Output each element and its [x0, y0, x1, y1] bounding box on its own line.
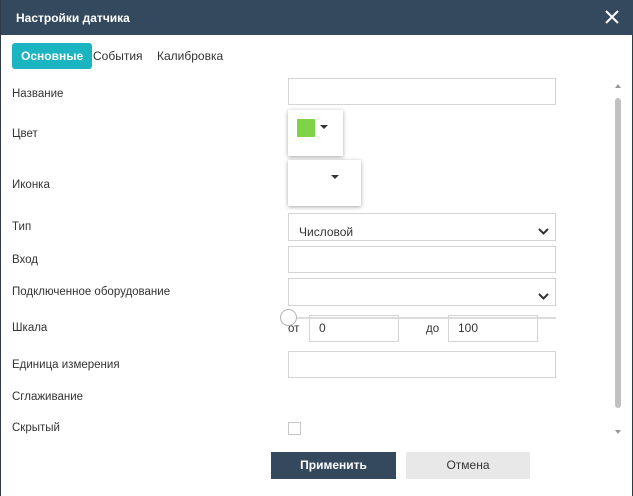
smoothing-slider-track[interactable]	[288, 317, 556, 319]
name-label: Название	[12, 88, 64, 100]
name-input[interactable]	[288, 78, 556, 105]
unit-label: Единица измерения	[12, 359, 120, 371]
tab-main[interactable]: Основные	[12, 43, 93, 69]
sensor-settings-dialog: Настройки датчика Основные События Калиб…	[0, 0, 633, 496]
smoothing-label: Сглаживание	[12, 391, 84, 403]
scale-from-input[interactable]: 0	[309, 315, 399, 342]
unit-input[interactable]	[288, 351, 556, 378]
dialog-titlebar: Настройки датчика	[1, 0, 633, 35]
scale-to-label: до	[426, 323, 440, 335]
color-swatch	[297, 119, 315, 137]
chevron-down-icon	[320, 125, 328, 129]
hidden-checkbox[interactable]	[288, 422, 301, 435]
apply-button[interactable]: Применить	[271, 452, 396, 479]
scroll-up-icon[interactable]	[615, 84, 621, 88]
type-label: Тип	[12, 221, 32, 233]
smoothing-slider-thumb[interactable]	[280, 309, 297, 326]
scale-label: Шкала	[12, 322, 48, 334]
tab-events[interactable]: События	[93, 43, 143, 69]
cancel-button[interactable]: Отмена	[406, 452, 530, 479]
close-icon[interactable]	[604, 8, 620, 26]
input-label: Вход	[12, 254, 39, 266]
form-content: Название Цвет Иконка Тип Числовой Вход П…	[1, 78, 623, 436]
dialog-title: Настройки датчика	[16, 11, 130, 25]
tab-calibration[interactable]: Калибровка	[157, 43, 223, 69]
chevron-down-icon	[538, 286, 549, 311]
type-select-value: Числовой	[299, 225, 354, 239]
color-label: Цвет	[12, 128, 38, 140]
scroll-down-icon[interactable]	[615, 430, 621, 434]
equipment-select[interactable]	[288, 278, 556, 306]
color-picker[interactable]	[288, 110, 343, 156]
equipment-label: Подключенное оборудование	[12, 286, 171, 298]
scrollbar-thumb[interactable]	[615, 98, 621, 408]
icon-picker[interactable]	[288, 160, 361, 206]
vertical-scrollbar[interactable]	[614, 82, 623, 436]
type-select[interactable]: Числовой	[288, 213, 556, 241]
hidden-label: Скрытый	[12, 422, 60, 434]
chevron-down-icon	[331, 175, 339, 179]
input-field[interactable]	[288, 246, 556, 273]
scale-to-input[interactable]: 100	[448, 315, 538, 342]
icon-label: Иконка	[12, 179, 50, 191]
chevron-down-icon	[538, 221, 549, 246]
